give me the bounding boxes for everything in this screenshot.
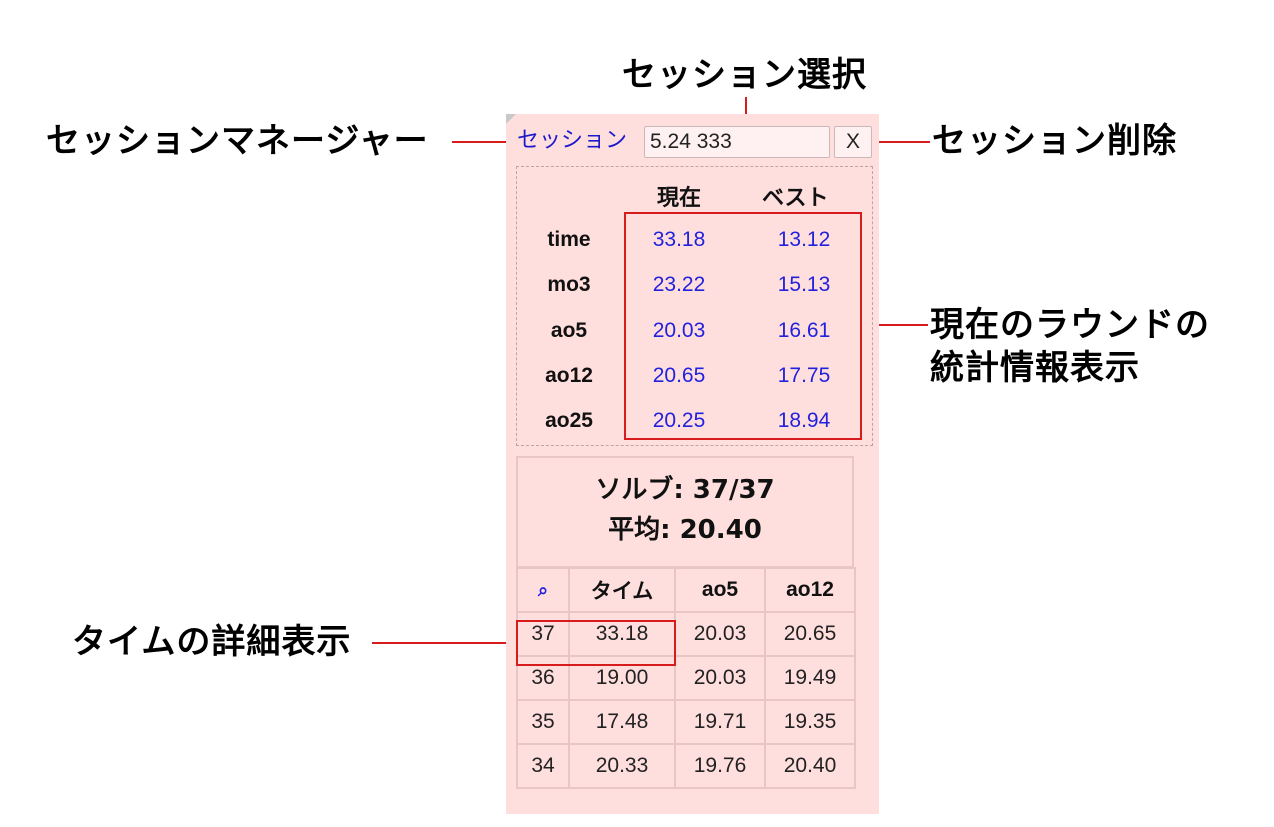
session-select[interactable]: 5.24 333 bbox=[644, 126, 830, 158]
times-table: ⌕ タイム ao5 ao12 37 33.18 20.03 20.65 36 1… bbox=[516, 567, 856, 789]
round-stats-highlight bbox=[624, 212, 862, 440]
solve-number[interactable]: 35 bbox=[516, 699, 570, 745]
session-manager-link[interactable]: セッション bbox=[517, 126, 627, 156]
connector-session-delete bbox=[872, 141, 930, 143]
solve-ao5[interactable]: 19.71 bbox=[674, 699, 766, 745]
table-row[interactable]: 34 20.33 19.76 20.40 bbox=[516, 743, 856, 789]
solve-ao12[interactable]: 19.35 bbox=[764, 699, 856, 745]
stat-label-ao12: ao12 bbox=[545, 364, 593, 387]
column-header-ao5[interactable]: ao5 bbox=[674, 567, 766, 613]
callout-session-select: セッション選択 bbox=[622, 55, 867, 95]
stats-header-current: 現在 bbox=[657, 186, 702, 211]
solve-time[interactable]: 20.33 bbox=[568, 743, 676, 789]
solve-ao12[interactable]: 20.65 bbox=[764, 611, 856, 657]
stat-label-ao25: ao25 bbox=[545, 409, 593, 432]
times-table-header: ⌕ タイム ao5 ao12 bbox=[516, 567, 856, 613]
connector-time-detail bbox=[372, 642, 518, 644]
stat-label-time: time bbox=[547, 228, 591, 251]
solve-ao12[interactable]: 19.49 bbox=[764, 655, 856, 701]
solve-number[interactable]: 34 bbox=[516, 743, 570, 789]
table-row[interactable]: 35 17.48 19.71 19.35 bbox=[516, 699, 856, 745]
session-delete-button[interactable]: X bbox=[834, 126, 872, 158]
solve-time[interactable]: 17.48 bbox=[568, 699, 676, 745]
solve-ao5[interactable]: 20.03 bbox=[674, 611, 766, 657]
callout-round-stats-line2: 統計情報表示 bbox=[930, 348, 1140, 388]
session-summary: ソルブ: 37/37 平均: 20.40 bbox=[516, 456, 854, 568]
time-detail-highlight bbox=[516, 620, 676, 666]
column-header-ao12[interactable]: ao12 bbox=[764, 567, 856, 613]
callout-round-stats-line1: 現在のラウンドの bbox=[930, 305, 1210, 345]
callout-session-delete: セッション削除 bbox=[932, 121, 1177, 161]
stat-label-mo3: mo3 bbox=[547, 273, 591, 296]
callout-session-manager: セッションマネージャー bbox=[46, 121, 429, 161]
solve-ao5[interactable]: 20.03 bbox=[674, 655, 766, 701]
session-average: 平均: 20.40 bbox=[608, 515, 762, 545]
panel-corner bbox=[506, 114, 516, 124]
callout-time-detail: タイムの詳細表示 bbox=[72, 622, 352, 662]
search-icon[interactable]: ⌕ bbox=[516, 567, 570, 613]
solve-count: ソルブ: 37/37 bbox=[595, 475, 775, 505]
stat-label-ao5: ao5 bbox=[550, 319, 588, 342]
column-header-time[interactable]: タイム bbox=[568, 567, 676, 613]
solve-ao5[interactable]: 19.76 bbox=[674, 743, 766, 789]
solve-ao12[interactable]: 20.40 bbox=[764, 743, 856, 789]
stats-header-best: ベスト bbox=[762, 186, 829, 211]
